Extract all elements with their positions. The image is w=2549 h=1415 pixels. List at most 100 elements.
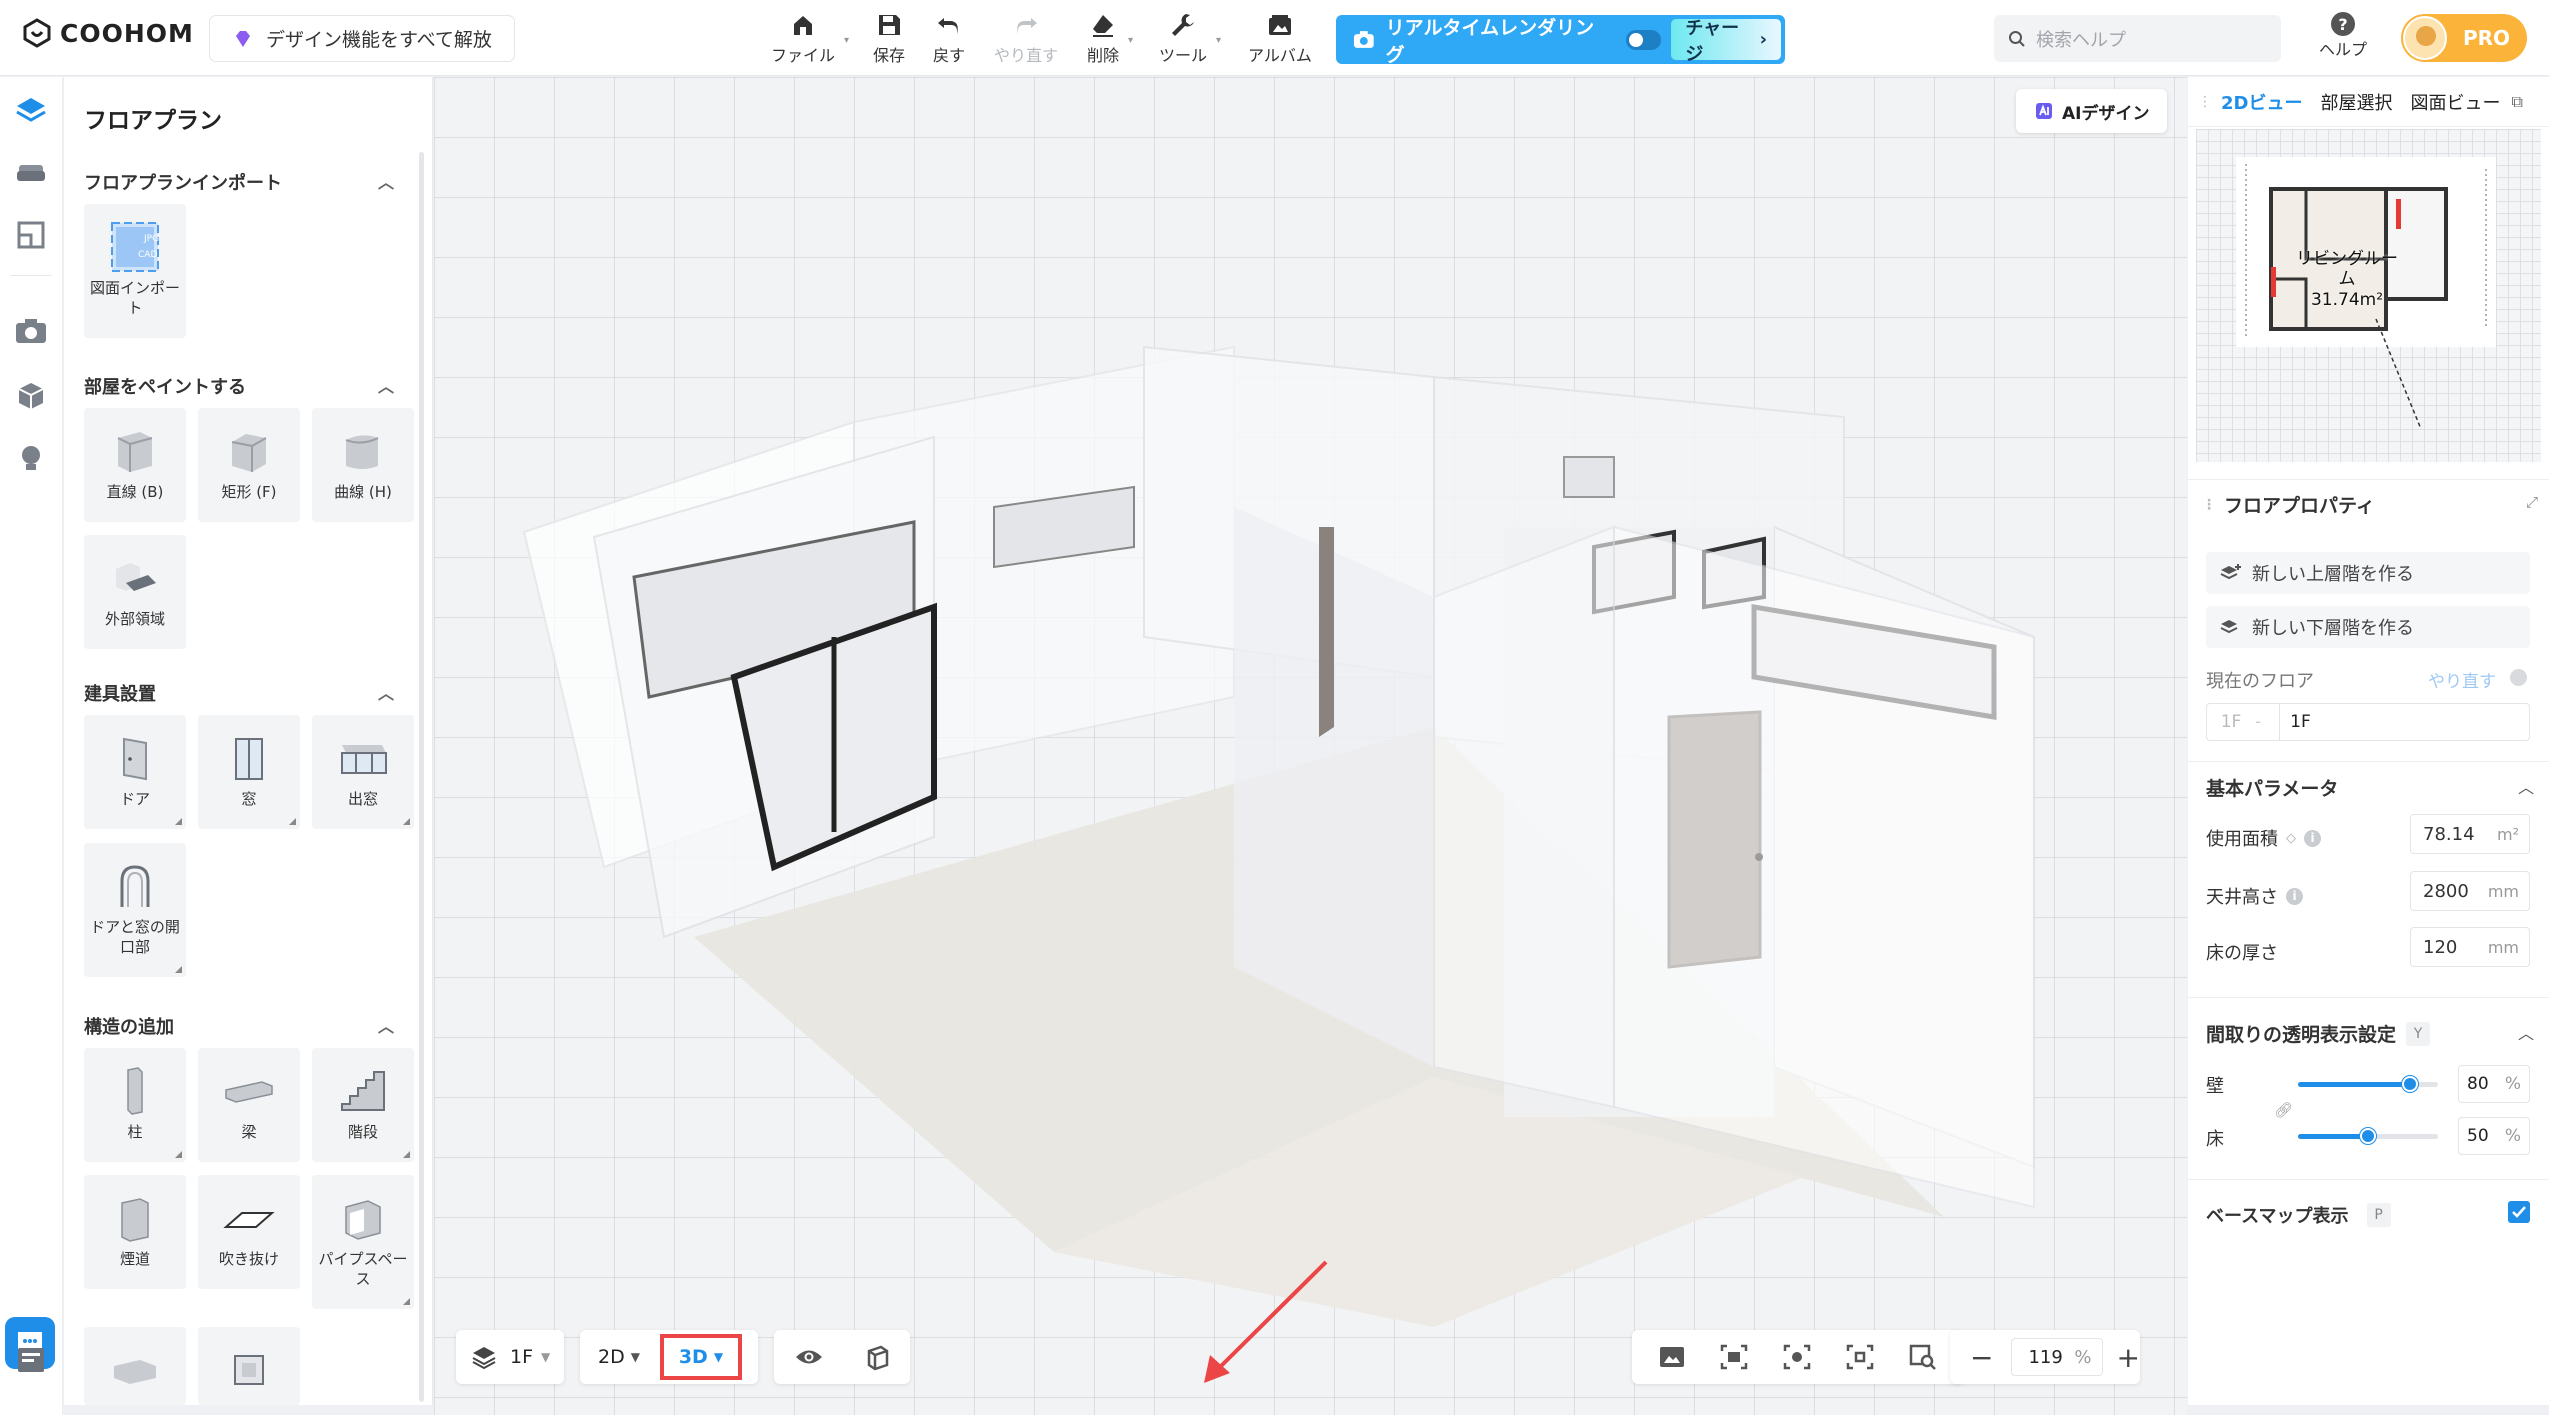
tool-pillar[interactable]: 柱 bbox=[84, 1048, 186, 1162]
3d-viewport[interactable]: AIデザイン 1F ▼ 2D ▼ 3D ▼ − 119 % + bbox=[434, 77, 2187, 1415]
drag-handle-icon[interactable]: ⋮ bbox=[2202, 497, 2216, 513]
help-search-input[interactable]: 検索ヘルプ bbox=[1994, 15, 2281, 62]
floor-thickness-field[interactable]: 120 mm bbox=[2410, 927, 2530, 967]
drag-handle-icon[interactable]: ⋮ bbox=[2198, 94, 2212, 110]
wall-transparency-input[interactable]: 80% bbox=[2458, 1065, 2530, 1103]
transparency-header: 間取りの透明表示設定 Y bbox=[2206, 1020, 2431, 1047]
fit-view-icon[interactable] bbox=[1719, 1343, 1749, 1371]
help-button[interactable]: ? ヘルプ bbox=[2319, 12, 2367, 60]
zoom-in-icon[interactable]: + bbox=[2117, 1341, 2140, 1374]
floor-transparency-input[interactable]: 50% bbox=[2458, 1117, 2530, 1155]
album-button[interactable]: アルバム bbox=[1248, 10, 1312, 66]
redo-link[interactable]: やり直す bbox=[2428, 667, 2496, 692]
tool-exterior-area[interactable]: 外部領域 bbox=[84, 535, 186, 649]
tool-curve-room[interactable]: 曲線 (H) bbox=[312, 408, 414, 522]
unlock-features-button[interactable]: デザイン機能をすべて解放 bbox=[209, 15, 515, 62]
slider-knob[interactable] bbox=[2402, 1076, 2418, 1092]
3d-model-render[interactable] bbox=[434, 77, 2187, 1415]
package-rail-button[interactable] bbox=[13, 377, 49, 413]
tools-menu-button[interactable]: ツール ▾ bbox=[1159, 10, 1221, 66]
tool-straight-room[interactable]: 直線 (B) bbox=[84, 408, 186, 522]
realtime-toggle[interactable] bbox=[1625, 29, 1662, 50]
chevron-up-icon[interactable]: ︿ bbox=[2518, 1020, 2534, 1044]
tab-room-select[interactable]: 部屋選択 bbox=[2311, 89, 2401, 115]
tool-rect-room[interactable]: 矩形 (F) bbox=[198, 408, 300, 522]
view-3d-button[interactable]: 3D ▼ bbox=[659, 1334, 742, 1380]
tool-label: 吹き抜け bbox=[218, 1250, 279, 1268]
tool-door[interactable]: ドア bbox=[84, 715, 186, 829]
floor-selector[interactable]: 1F ▼ bbox=[456, 1330, 564, 1384]
focus-icon[interactable] bbox=[1845, 1343, 1875, 1371]
tool-bay-window[interactable]: 出窓 bbox=[312, 715, 414, 829]
lighting-rail-button[interactable] bbox=[13, 441, 49, 477]
collapse-icon[interactable]: ⧉ bbox=[2511, 92, 2522, 112]
floorplan-rail-button[interactable] bbox=[13, 93, 49, 129]
tab-2d-view[interactable]: 2Dビュー bbox=[2212, 89, 2311, 115]
layout-rail-button[interactable] bbox=[13, 217, 49, 253]
ai-design-button[interactable]: AIデザイン bbox=[2016, 89, 2168, 133]
tool-window[interactable]: 窓 bbox=[198, 715, 300, 829]
expand-corner-icon bbox=[175, 818, 182, 825]
tool-extra-1[interactable] bbox=[84, 1327, 186, 1405]
zoom-input[interactable]: 119 % bbox=[2011, 1338, 2103, 1376]
caret-down-icon: ▼ bbox=[541, 1350, 551, 1364]
add-upper-floor-button[interactable]: 新しい上層階を作る bbox=[2206, 552, 2530, 594]
wall-transparency-label: 壁 bbox=[2206, 1076, 2224, 1097]
tool-pipe-space[interactable]: パイプスペース bbox=[312, 1175, 414, 1309]
view-2d-button[interactable]: 2D ▼ bbox=[598, 1346, 640, 1368]
tool-void[interactable]: 吹き抜け bbox=[198, 1175, 300, 1289]
2d-minimap[interactable]: リビングルーム 31.74m² bbox=[2196, 129, 2541, 462]
zoom-out-icon[interactable]: − bbox=[1970, 1341, 1993, 1374]
section-header-structure[interactable]: 構造の追加 ︿ bbox=[84, 1013, 394, 1039]
tool-opening[interactable]: ドアと窓の開口部 bbox=[84, 843, 186, 977]
eye-icon[interactable] bbox=[794, 1346, 824, 1368]
charge-button[interactable]: チャージ › bbox=[1671, 18, 1782, 65]
info-icon[interactable]: i bbox=[2304, 829, 2321, 847]
view-settings-icon[interactable] bbox=[1782, 1343, 1812, 1371]
tool-import-plan[interactable]: JPG CAD 図面インポート bbox=[84, 204, 186, 338]
camera-icon bbox=[1353, 30, 1374, 48]
account-pro-badge[interactable]: PRO bbox=[2401, 14, 2527, 62]
section-header-fixtures[interactable]: 建具設置 ︿ bbox=[84, 680, 394, 706]
save-button[interactable]: 保存 bbox=[873, 10, 905, 66]
wall-transparency-slider[interactable] bbox=[2298, 1076, 2438, 1092]
expand-icon[interactable]: ⤢ bbox=[2526, 493, 2538, 511]
tool-extra-2[interactable] bbox=[198, 1327, 300, 1405]
ceiling-height-field[interactable]: 2800 mm bbox=[2410, 871, 2530, 911]
tab-drawing-view[interactable]: 図面ビュー bbox=[2401, 89, 2509, 115]
redo-button[interactable]: やり直す bbox=[994, 10, 1058, 66]
floor-transparency-slider[interactable] bbox=[2298, 1128, 2438, 1144]
usable-area-field[interactable]: 78.14 m² bbox=[2410, 814, 2530, 854]
tool-flue[interactable]: 煙道 bbox=[84, 1175, 186, 1289]
avatar[interactable] bbox=[2403, 16, 2447, 60]
section-header-import[interactable]: フロアプランインポート ︿ bbox=[84, 169, 394, 195]
chevron-up-icon: ︿ bbox=[377, 173, 394, 192]
expand-corner-icon bbox=[403, 818, 410, 825]
tool-label: 出窓 bbox=[347, 790, 378, 808]
sort-icon[interactable]: ◇ bbox=[2286, 831, 2296, 846]
zoom-area-icon[interactable] bbox=[1908, 1343, 1938, 1371]
file-menu-button[interactable]: ファイル ▾ bbox=[771, 10, 849, 66]
delete-button[interactable]: 削除 ▾ bbox=[1087, 10, 1133, 66]
add-lower-floor-button[interactable]: 新しい下層階を作る bbox=[2206, 606, 2530, 648]
opening-icon bbox=[108, 861, 162, 911]
link-icon[interactable]: 🔗︎ bbox=[2274, 1101, 2293, 1119]
basemap-checkbox[interactable] bbox=[2508, 1201, 2530, 1223]
tool-beam[interactable]: 梁 bbox=[198, 1048, 300, 1162]
cube-view-icon[interactable] bbox=[863, 1343, 891, 1371]
chevron-up-icon[interactable]: ︿ bbox=[2518, 774, 2534, 798]
settings-rail-button[interactable] bbox=[13, 1342, 49, 1378]
coohom-logo[interactable]: COOHOM bbox=[22, 18, 194, 48]
floor-name-field[interactable]: 1F - 1F bbox=[2206, 703, 2530, 741]
info-icon[interactable]: i bbox=[2286, 887, 2303, 905]
image-icon[interactable] bbox=[1658, 1345, 1686, 1369]
furniture-rail-button[interactable] bbox=[13, 155, 49, 191]
slider-knob[interactable] bbox=[2360, 1128, 2376, 1144]
undo-button[interactable]: 戻す bbox=[933, 10, 965, 66]
panel-scrollbar[interactable] bbox=[419, 152, 424, 1402]
render-rail-button[interactable] bbox=[13, 313, 49, 349]
section-header-paint-room[interactable]: 部屋をペイントする ︿ bbox=[84, 373, 394, 399]
tool-stairs[interactable]: 階段 bbox=[312, 1048, 414, 1162]
layers-down-icon bbox=[2220, 620, 2238, 634]
view-tabs: ⋮ 2Dビュー 部屋選択 図面ビュー ⧉ bbox=[2188, 77, 2549, 127]
